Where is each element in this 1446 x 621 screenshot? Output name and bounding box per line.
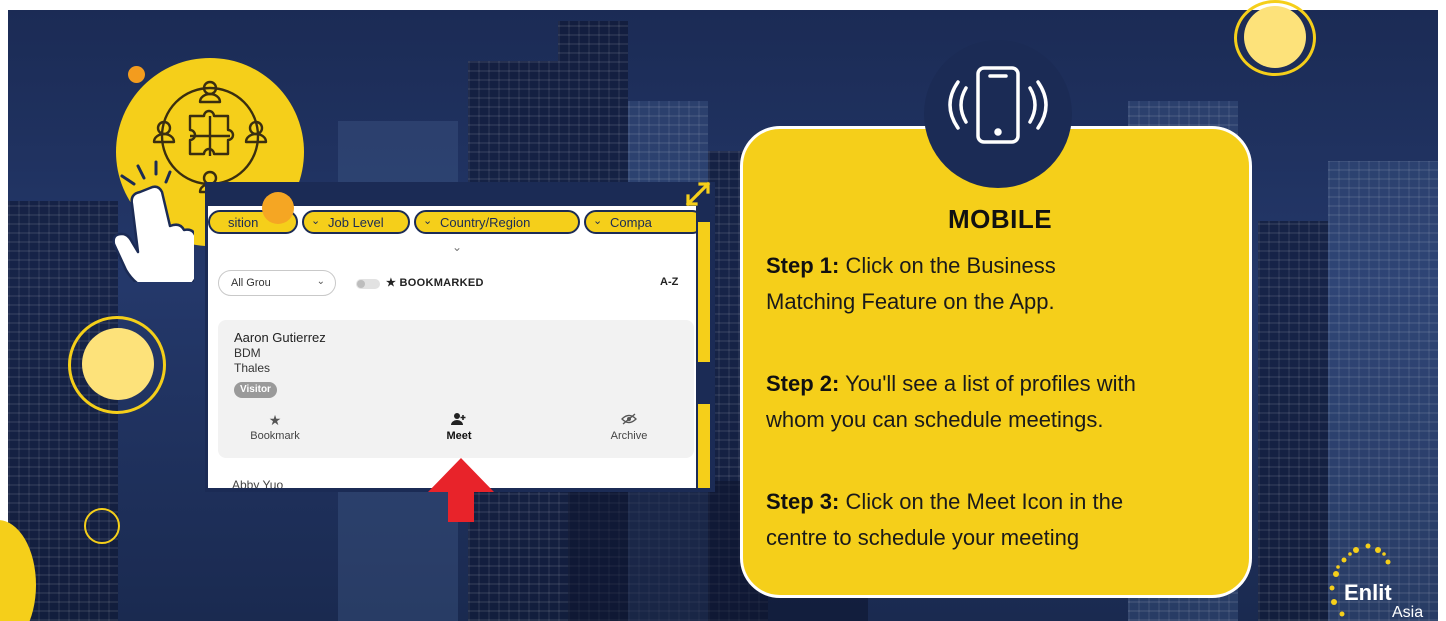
phone-badge [924,40,1072,188]
decor-dot [262,192,294,224]
bookmarked-label: ★ BOOKMARKED [386,277,484,289]
group-select[interactable]: All Grou ⌄ [218,270,336,296]
bookmarked-toggle[interactable] [356,279,380,289]
filter-chip-country[interactable]: ⌄ Country/Region [414,210,580,234]
meet-button[interactable]: Meet [414,412,504,442]
step-text: centre to schedule your meeting [766,525,1080,550]
red-up-arrow-icon [428,458,494,522]
step-text: Click on the Meet Icon in the [839,489,1124,514]
step-text: Matching Feature on the App. [766,289,1055,314]
decor-ring [84,508,120,544]
canvas: sition ⌄ Job Level ⌄ Country/Region ⌄ Co… [0,0,1446,621]
filter-chip-job-level[interactable]: ⌄ Job Level [302,210,410,234]
filter-chip-label: Compa [610,215,652,230]
vibrating-phone-icon [948,66,1048,144]
archive-button[interactable]: Archive [584,412,674,442]
step-2: Step 2: You'll see a list of profiles wi… [766,366,1246,438]
decor-dot [82,328,154,400]
chevron-down-icon: ⌄ [311,215,321,227]
archive-label: Archive [610,430,648,442]
chevron-down-icon: ⌄ [316,276,325,287]
step-3: Step 3: Click on the Meet Icon in the ce… [766,484,1246,556]
visitor-badge: Visitor [234,382,277,398]
chevron-down-icon: ⌄ [423,215,433,227]
yellow-side-bar [698,222,710,362]
group-select-value: All Grou [231,277,271,289]
step-label: Step 2: [766,371,840,396]
logo-text: Enlit [1344,580,1392,605]
pointing-hand-icon [112,160,194,282]
expand-arrows-icon[interactable] [684,180,712,208]
profile-card[interactable]: Aaron Gutierrez BDM Thales Visitor ★ Boo… [218,320,694,458]
next-profile-name: Abby Yuo [232,478,284,488]
filter-chip-label: Country/Region [440,215,531,230]
yellow-side-bar [698,404,710,488]
profile-name: Aaron Gutierrez [234,330,326,345]
filter-chip-label: sition [228,215,259,230]
profile-role: BDM [234,346,261,360]
step-label: Step 1: [766,253,840,278]
decor-dot [128,66,145,83]
step-label: Step 3: [766,489,840,514]
decor-dot [1244,6,1306,68]
bookmark-button[interactable]: ★ Bookmark [230,412,320,442]
bookmark-label: Bookmark [250,430,300,442]
chevron-down-icon[interactable]: ⌄ [452,240,462,254]
star-icon: ★ [268,412,282,428]
filter-chip-label: Job Level [328,215,384,230]
eye-off-icon [584,412,674,428]
step-text: Click on the Business [839,253,1056,278]
app-screen: sition ⌄ Job Level ⌄ Country/Region ⌄ Co… [208,206,696,488]
step-1: Step 1: Click on the Business Matching F… [766,248,1246,320]
meet-label: Meet [446,430,472,442]
sort-button[interactable]: A-Z [660,276,678,288]
logo-subtext: Asia [1392,604,1424,621]
add-person-icon [414,412,504,428]
filter-chip-company[interactable]: ⌄ Compa [584,210,696,234]
profile-company: Thales [234,361,271,375]
step-text: whom you can schedule meetings. [766,407,1104,432]
mobile-title: MOBILE [947,204,1053,234]
chevron-down-icon: ⌄ [593,215,603,227]
step-text: You'll see a list of profiles with [839,371,1136,396]
